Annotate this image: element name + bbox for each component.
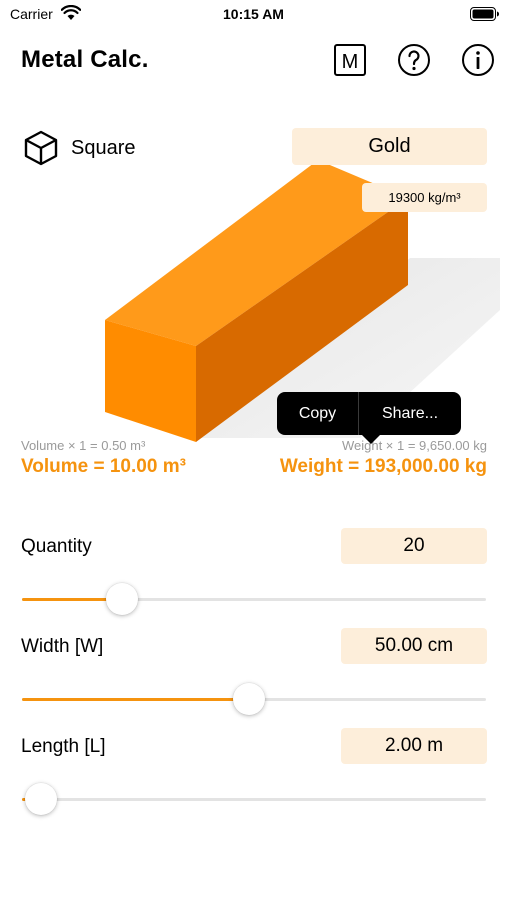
- quantity-slider[interactable]: [22, 583, 486, 615]
- status-time: 10:15 AM: [223, 6, 284, 22]
- volume-total-label[interactable]: Volume = 10.00 m³: [21, 456, 186, 478]
- length-field[interactable]: 2.00 m: [341, 728, 487, 764]
- width-slider-fill: [22, 698, 250, 701]
- shape-label: Square: [71, 136, 136, 159]
- context-menu-arrow: [361, 434, 381, 444]
- context-menu: Copy Share...: [277, 392, 461, 435]
- width-slider[interactable]: [22, 683, 486, 715]
- width-field[interactable]: 50.00 cm: [341, 628, 487, 664]
- info-circle-icon: [462, 44, 494, 76]
- share-menu-item[interactable]: Share...: [358, 392, 461, 435]
- density-field[interactable]: 19300 kg/m³: [362, 183, 487, 212]
- m-icon: M: [334, 44, 366, 76]
- help-button[interactable]: [397, 43, 431, 77]
- width-slider-thumb[interactable]: [233, 683, 266, 715]
- quantity-label: Quantity: [21, 536, 92, 557]
- quantity-slider-thumb[interactable]: [105, 583, 138, 615]
- quantity-field[interactable]: 20: [341, 528, 487, 564]
- shape-selector[interactable]: Square: [22, 128, 136, 168]
- status-bar: Carrier 10:15 AM: [0, 0, 507, 30]
- width-label: Width [W]: [21, 636, 104, 657]
- page-title: Metal Calc.: [21, 46, 149, 73]
- info-button[interactable]: [461, 43, 495, 77]
- materials-button[interactable]: M: [333, 43, 367, 77]
- length-label: Length [L]: [21, 736, 106, 757]
- copy-menu-item[interactable]: Copy: [277, 392, 358, 435]
- material-select[interactable]: Gold: [292, 128, 487, 165]
- cube-icon: [24, 130, 58, 166]
- weight-total-label[interactable]: Weight = 193,000.00 kg: [280, 456, 487, 478]
- length-slider-thumb[interactable]: [24, 783, 57, 815]
- m-button-label: M: [342, 51, 359, 73]
- battery-icon: [470, 7, 499, 21]
- volume-single-label: Volume × 1 = 0.50 m³: [21, 438, 146, 453]
- length-slider[interactable]: [22, 783, 486, 815]
- question-circle-icon: [398, 44, 430, 76]
